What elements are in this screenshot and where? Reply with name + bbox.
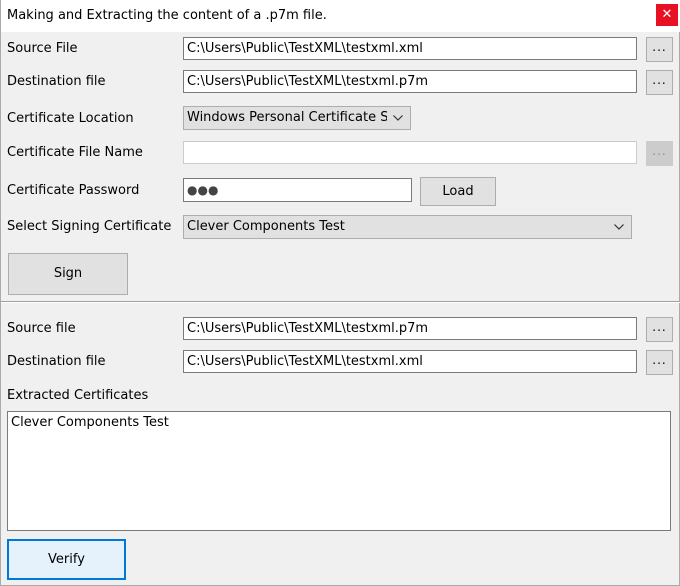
close-button[interactable]: ✕ [656,4,678,26]
close-icon: ✕ [661,7,673,22]
certificate-file-name-input[interactable] [183,141,637,164]
certificate-file-name-label: Certificate File Name [7,145,143,160]
main-window: Making and Extracting the content of a .… [0,0,680,586]
window-title: Making and Extracting the content of a .… [7,8,327,23]
verify-destination-file-browse-button[interactable]: ... [646,350,673,375]
section-divider [1,301,680,303]
title-bar: Making and Extracting the content of a .… [1,0,680,32]
signing-certificate-select[interactable]: Clever Components Test [183,215,632,239]
signing-certificate-label: Select Signing Certificate [7,219,172,234]
extracted-certificates-list[interactable]: Clever Components Test [7,411,671,531]
verify-source-file-label: Source file [7,321,76,336]
verify-button[interactable]: Verify [7,539,126,580]
signing-certificate-value: Clever Components Test [187,219,345,234]
certificate-location-value: Windows Personal Certificate Sto [187,110,387,125]
certificate-location-select[interactable]: Windows Personal Certificate Sto [183,106,411,130]
verify-destination-file-input[interactable]: C:\Users\Public\TestXML\testxml.xml [183,350,637,373]
verify-destination-file-label: Destination file [7,354,106,369]
certificate-file-browse-button[interactable]: ... [646,141,673,166]
destination-file-label: Destination file [7,74,106,89]
destination-file-input[interactable]: C:\Users\Public\TestXML\testxml.p7m [183,70,637,93]
chevron-down-icon [614,224,624,230]
source-file-label: Source File [7,41,78,56]
verify-source-file-browse-button[interactable]: ... [646,317,673,342]
load-button[interactable]: Load [420,177,496,206]
certificate-location-label: Certificate Location [7,111,134,126]
certificate-password-label: Certificate Password [7,183,140,198]
destination-file-browse-button[interactable]: ... [646,70,673,95]
certificate-password-input[interactable]: ●●● [183,178,412,202]
source-file-browse-button[interactable]: ... [646,37,673,62]
source-file-input[interactable]: C:\Users\Public\TestXML\testxml.xml [183,37,637,60]
sign-button[interactable]: Sign [8,253,128,295]
verify-source-file-input[interactable]: C:\Users\Public\TestXML\testxml.p7m [183,317,637,340]
list-item: Clever Components Test [11,415,169,430]
chevron-down-icon [393,115,403,121]
extracted-certificates-label: Extracted Certificates [7,388,149,403]
